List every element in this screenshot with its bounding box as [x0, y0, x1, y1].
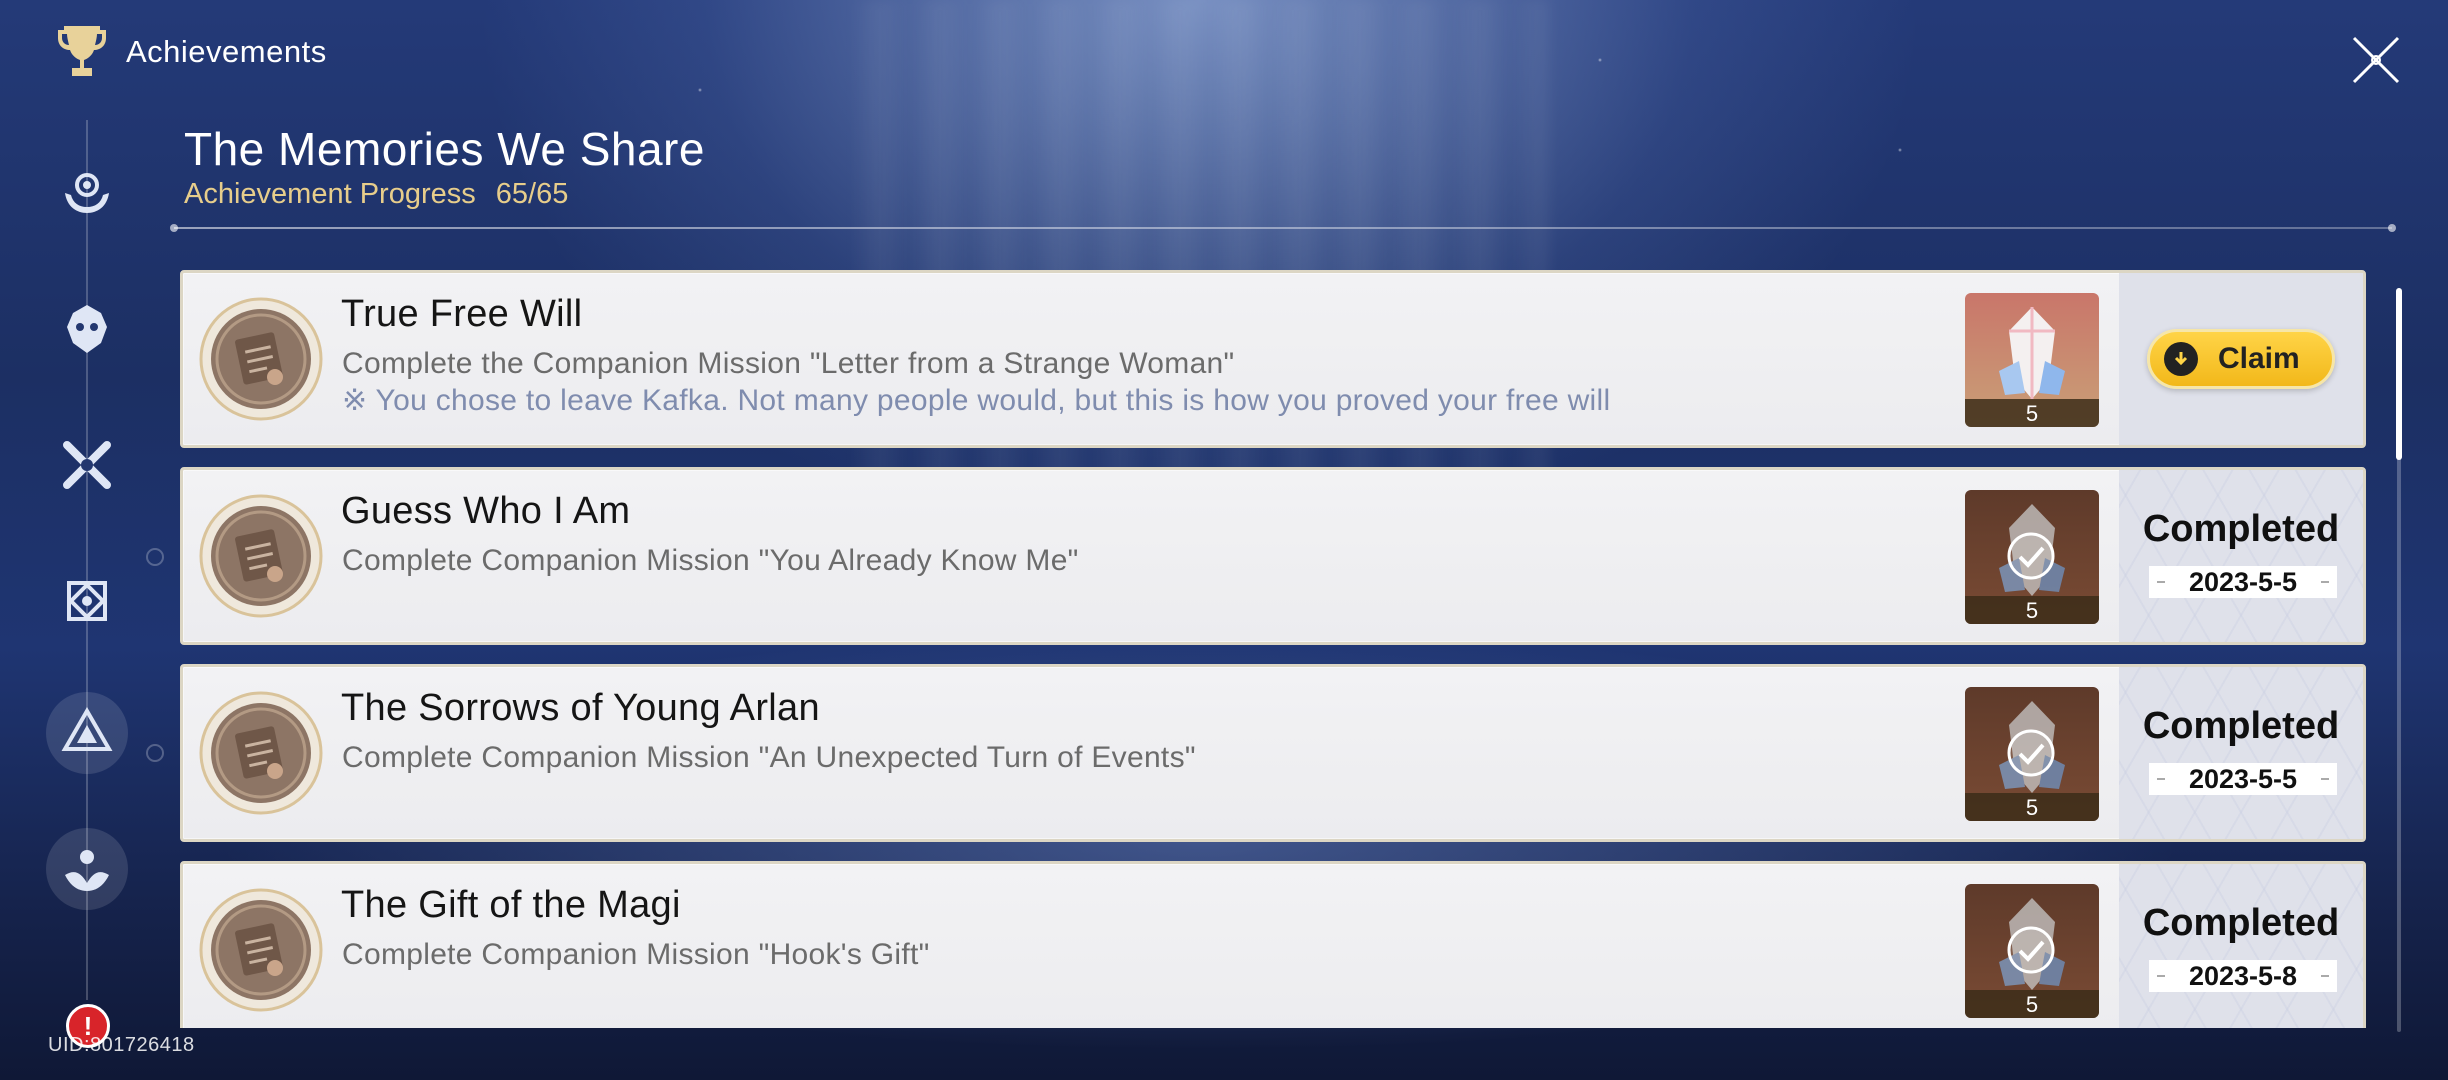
achievement-description: Complete Companion Mission "An Unexpecte… [342, 741, 1196, 774]
reward-quantity: 5 [1965, 596, 2099, 624]
status-panel: Completed 2023-5-5 [2119, 667, 2363, 839]
close-icon[interactable] [2346, 30, 2406, 90]
achievement-name: True Free Will [341, 293, 583, 335]
status-panel: Claim [2119, 273, 2363, 445]
reward-quantity: 5 [1965, 990, 2099, 1018]
sidebar-dot [146, 744, 164, 762]
achievement-medal-icon [199, 297, 323, 421]
diamond-emblem-icon [67, 581, 107, 621]
achievement-list[interactable]: True Free Will Complete the Companion Mi… [180, 270, 2366, 1028]
achievement-medal-icon [199, 888, 323, 1012]
app-header: Achievements [56, 22, 327, 82]
completed-label: Completed [2142, 902, 2340, 944]
reward-quantity: 5 [1965, 399, 2099, 427]
completion-date: 2023-5-5 [2149, 763, 2337, 795]
achievement-name: Guess Who I Am [341, 490, 631, 532]
title-divider [170, 224, 2396, 232]
scrollbar-thumb[interactable] [2396, 288, 2402, 460]
achievement-card[interactable]: True Free Will Complete the Companion Mi… [180, 270, 2366, 448]
achievement-card[interactable]: Guess Who I Am Complete Companion Missio… [180, 467, 2366, 645]
completion-date: 2023-5-5 [2149, 566, 2337, 598]
sidebar-item-diamond[interactable] [46, 560, 128, 642]
hands-gear-icon [65, 173, 109, 213]
sidebar-dot [146, 548, 164, 566]
completed-label: Completed [2142, 705, 2340, 747]
header-title: Achievements [126, 34, 327, 69]
achievement-name: The Gift of the Magi [341, 884, 681, 926]
uid-label: UID:801726418 [48, 1034, 195, 1056]
sidebar-item-lotus[interactable] [46, 828, 128, 910]
achievement-description: Complete Companion Mission "Hook's Gift" [342, 938, 930, 971]
reward-item[interactable]: 5 [1965, 687, 2099, 821]
checkmark-icon [2007, 532, 2055, 580]
download-arrow-icon [2164, 342, 2198, 376]
achievement-medal-icon [199, 494, 323, 618]
achievement-card[interactable]: The Sorrows of Young Arlan Complete Comp… [180, 664, 2366, 842]
trophy-icon [58, 26, 106, 76]
completion-date: 2023-5-8 [2149, 960, 2337, 992]
page-title: The Memories We Share [184, 123, 705, 175]
stellar-jade-icon [1999, 307, 2065, 399]
achievement-progress: Achievement Progress 65/65 [184, 178, 568, 211]
achievement-name: The Sorrows of Young Arlan [341, 687, 820, 729]
status-panel: Completed 2023-5-8 [2119, 864, 2363, 1028]
mask-emblem-icon [67, 305, 107, 353]
crossed-weapons-icon [63, 441, 111, 489]
achievement-lore: ※ You chose to leave Kafka. Not many peo… [342, 384, 1611, 417]
achievement-medal-icon [199, 691, 323, 815]
sidebar-item-hands-gear[interactable] [46, 152, 128, 234]
checkmark-icon [2007, 926, 2055, 974]
reward-quantity: 5 [1965, 793, 2099, 821]
sidebar-item-weapons[interactable] [46, 424, 128, 506]
lotus-emblem-icon [65, 850, 109, 891]
achievement-card[interactable]: The Gift of the Magi Complete Companion … [180, 861, 2366, 1028]
checkmark-icon [2007, 729, 2055, 777]
sidebar-item-mask[interactable] [46, 288, 128, 370]
completed-label: Completed [2142, 508, 2340, 550]
achievement-description: Complete the Companion Mission "Letter f… [342, 347, 1235, 380]
claim-button[interactable]: Claim [2147, 329, 2335, 389]
sidebar-item-triangle[interactable] [46, 692, 128, 774]
status-panel: Completed 2023-5-5 [2119, 470, 2363, 642]
reward-item[interactable]: 5 [1965, 490, 2099, 624]
progress-value: 65/65 [495, 178, 569, 210]
triangle-emblem-icon [61, 707, 113, 751]
reward-item[interactable]: 5 [1965, 293, 2099, 427]
claim-label: Claim [2218, 342, 2300, 375]
progress-label: Achievement Progress [184, 178, 476, 210]
achievement-description: Complete Companion Mission "You Already … [342, 544, 1079, 577]
reward-item[interactable]: 5 [1965, 884, 2099, 1018]
